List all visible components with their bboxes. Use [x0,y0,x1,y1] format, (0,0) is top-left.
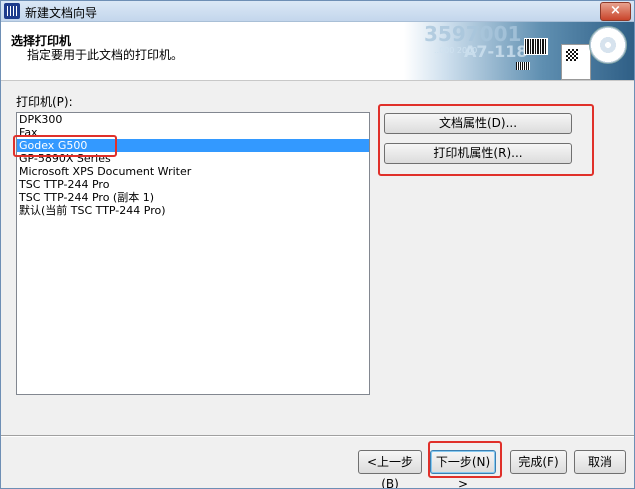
close-button[interactable]: × [600,2,631,21]
app-icon [4,3,20,19]
back-button[interactable]: <上一步(B) [358,450,422,488]
printer-properties-button[interactable]: 打印机属性(R)... [384,143,572,164]
printer-listbox[interactable]: DPK300 Fax Godex G500 GP-5890X Series Mi… [16,112,370,395]
list-item[interactable]: Fax [17,126,369,139]
cancel-button[interactable]: 取消 [574,450,626,474]
list-item[interactable]: Microsoft XPS Document Writer [17,165,369,178]
document-properties-button[interactable]: 文档属性(D)... [384,113,572,134]
barcode-icon [524,38,548,55]
list-item[interactable]: DPK300 [17,113,369,126]
list-item[interactable]: TSC TTP-244 Pro [17,178,369,191]
wizard-window: 新建文档向导 × 选择打印机 指定要用于此文档的打印机。 3597001 A7-… [0,0,635,489]
window-title: 新建文档向导 [25,6,98,20]
finish-button[interactable]: 完成(F) [510,450,567,474]
label-tag-icon [561,44,591,80]
wizard-header: 选择打印机 指定要用于此文档的打印机。 3597001 A7-118 ..000… [1,22,634,81]
page-subtitle: 指定要用于此文档的打印机。 [27,48,184,62]
list-item[interactable]: 默认(当前 TSC TTP-244 Pro) [17,204,369,217]
footer-divider [1,435,634,437]
next-button[interactable]: 下一步(N) > [430,450,496,488]
list-item-selected[interactable]: Godex G500 [17,139,369,152]
list-item[interactable]: TSC TTP-244 Pro (副本 1) [17,191,369,204]
printer-list-label: 打印机(P): [16,95,73,109]
banner-text-3: ..000 2000 [434,46,478,55]
small-barcode-icon [516,62,530,70]
title-bar: 新建文档向导 × [1,1,634,22]
header-banner-art: 3597001 A7-118 ..000 2000 [404,22,634,80]
disc-icon [589,26,627,64]
list-item[interactable]: GP-5890X Series [17,152,369,165]
